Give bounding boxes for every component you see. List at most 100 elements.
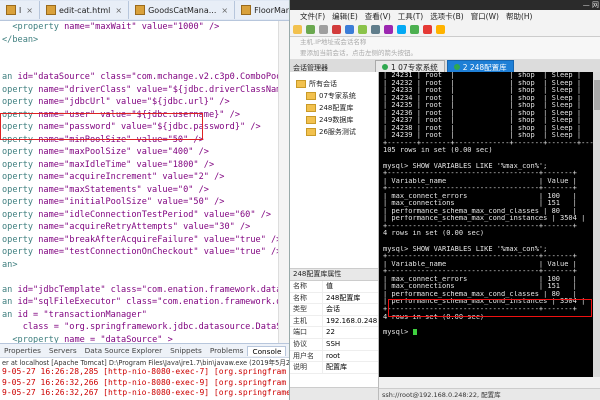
lock-icon[interactable]	[423, 24, 432, 34]
log-line: 9-05-27 16:26:32,266 [http-nio-8080-exec…	[2, 377, 287, 387]
code-tag: </bean>	[2, 34, 39, 45]
scrollbar-thumb[interactable]	[594, 80, 600, 110]
code-line: operty name="maxIdleTime" value="1800" /…	[0, 159, 289, 172]
console-tab[interactable]: Data Source Explorer	[81, 346, 167, 355]
file-icon	[135, 5, 146, 15]
paste-icon[interactable]	[358, 24, 367, 34]
editor-tab-label: edit-cat.html	[58, 5, 111, 15]
code-line: operty name="maxPoolSize" value="400" />	[0, 146, 289, 159]
session-tree-item[interactable]: 249数据库	[290, 114, 378, 126]
console-tab[interactable]: Snippets	[166, 346, 206, 355]
font-icon[interactable]	[410, 24, 419, 34]
ssh-titlebar: — 网	[290, 0, 600, 10]
code-attributes: name="maxWait" value="1000" />	[58, 22, 220, 32]
property-value: 248配置库	[326, 293, 361, 302]
code-tag: operty	[2, 209, 34, 220]
session-label: 248配置库	[319, 104, 354, 112]
session-tab-label: 1 07专家系统	[391, 62, 438, 72]
code-tag: an>	[2, 259, 18, 270]
disconnect-icon[interactable]	[319, 24, 328, 34]
property-key: 名称	[290, 281, 323, 292]
close-icon[interactable]: ×	[26, 6, 33, 15]
terminal-line: | 24231 | root | | shop | Sleep | 2	[383, 72, 598, 79]
xml-editor[interactable]: <property name="maxWait" value="1000" />…	[0, 21, 289, 343]
editor-overview-ruler[interactable]	[278, 21, 289, 343]
terminal-output[interactable]: | 24231 | root | | shop | Sleep | 2 | 242…	[379, 72, 600, 377]
terminal-line: | 24238 | root | | shop | Sleep | 21	[383, 124, 600, 132]
file-icon	[241, 5, 252, 15]
code-attributes: id = "transactionManager"	[12, 309, 147, 320]
menu-item[interactable]: 帮助(H)	[506, 11, 533, 22]
session-tab-label: 2 248配置库	[462, 62, 507, 72]
close-icon[interactable]: ×	[221, 6, 228, 15]
terminal-line: | 24233 | root | | shop | Sleep | 21	[383, 87, 600, 95]
menu-item[interactable]: 查看(V)	[365, 11, 391, 22]
script-icon[interactable]	[436, 24, 445, 34]
console-tab[interactable]: Console	[247, 345, 287, 356]
new-session-icon[interactable]	[293, 24, 302, 34]
code-attributes: name = "dataSource" >	[58, 334, 173, 344]
code-tag: <property	[12, 334, 59, 344]
terminal-line: | max_connect_errors | 100 |	[383, 192, 577, 200]
session-tree-item[interactable]: 所有会话	[290, 78, 378, 90]
code-line: <property name = "dataSource" >	[0, 334, 289, 344]
ssh-toolbar	[290, 22, 600, 37]
copy-icon[interactable]	[345, 24, 354, 34]
editor-tab[interactable]: l ×	[0, 1, 40, 19]
property-row: 类型 会话	[290, 304, 378, 316]
editor-tab[interactable]: FloorManager...×	[235, 1, 289, 19]
code-attributes: class = "org.springframework.jdbc.dataso…	[22, 322, 289, 332]
terminal-cursor	[412, 328, 417, 335]
code-tag: an	[2, 284, 13, 295]
terminal-line: | max_connections | 151 |	[383, 283, 577, 291]
address-tip: 要添加当前会话，点击左侧的箭头按钮。	[300, 49, 417, 57]
editor-tab[interactable]: edit-cat.html ×	[39, 1, 130, 19]
session-tree-item[interactable]: 248配置库	[290, 102, 378, 114]
close-icon[interactable]: ×	[115, 6, 122, 15]
session-tree-item[interactable]: 26服务测试	[290, 126, 378, 138]
editor-tab[interactable]: GoodsCatMana... ×	[129, 1, 236, 19]
code-tag: operty	[2, 147, 34, 157]
terminal-line: | 24232 | root | | shop | Sleep | 21	[383, 79, 600, 87]
code-line: operty name="driverClass" value="${jdbc.…	[0, 84, 289, 97]
console-tab[interactable]: Problems	[206, 346, 248, 355]
menu-item[interactable]: 文件(F)	[300, 11, 325, 22]
property-value: SSH	[326, 339, 341, 348]
menu-item[interactable]: 选项卡(B)	[430, 11, 464, 22]
property-key: 说明	[290, 362, 323, 373]
menu-item[interactable]: 工具(T)	[398, 11, 423, 22]
menu-item[interactable]: 编辑(E)	[332, 11, 358, 22]
terminal-line: | 24237 | root | | shop | Sleep | 16	[383, 117, 600, 125]
print-icon[interactable]	[384, 24, 393, 34]
console-tab[interactable]: Servers	[45, 346, 81, 355]
window-title-fragment: — 网	[582, 1, 599, 9]
property-row: 主机 192.168.0.248	[290, 315, 378, 328]
code-line: operty name="breakAfterAcquireFailure" v…	[0, 234, 289, 247]
transfer-icon[interactable]	[397, 24, 406, 34]
log-line: 9-05-27 16:26:32,267 [http-nio-8080-exec…	[2, 388, 289, 397]
connected-status-icon	[382, 64, 388, 70]
terminal-line: +------------------------------------+--…	[383, 268, 577, 276]
address-bar[interactable]: 主机.IP地址或会话名称 要添加当前会话，点击左侧的箭头按钮。	[290, 37, 600, 60]
console-output[interactable]: 9-05-27 16:26:28,285 [http-nio-8080-exec…	[0, 367, 289, 400]
find-icon[interactable]	[371, 24, 380, 34]
property-value: 192.168.0.248	[326, 316, 378, 325]
menu-item[interactable]: 窗口(W)	[471, 11, 499, 22]
property-row: 名称值	[290, 281, 378, 293]
code-attributes: name="acquireIncrement" value="2" />	[33, 172, 225, 182]
code-attributes: name="driverClass" value="${jdbc.driverC…	[33, 84, 289, 95]
terminal-line: mysql> SHOW VARIABLES LIKE '%max_con%';	[383, 162, 548, 170]
folder-icon	[306, 92, 316, 100]
folder-icon	[306, 116, 316, 124]
open-session-icon[interactable]	[306, 24, 315, 34]
code-tag: operty	[2, 84, 34, 95]
record-icon[interactable]	[332, 24, 341, 34]
code-line: operty name="acquireRetryAttempts" value…	[0, 221, 289, 234]
terminal-line: | max_connections | 151 |	[383, 200, 577, 208]
session-tree-item[interactable]: 07专家系统	[290, 90, 378, 102]
terminal-scrollbar[interactable]	[593, 72, 600, 377]
console-tab[interactable]: Properties	[0, 346, 45, 355]
terminal-line: | Variable_name | Value |	[383, 260, 577, 268]
